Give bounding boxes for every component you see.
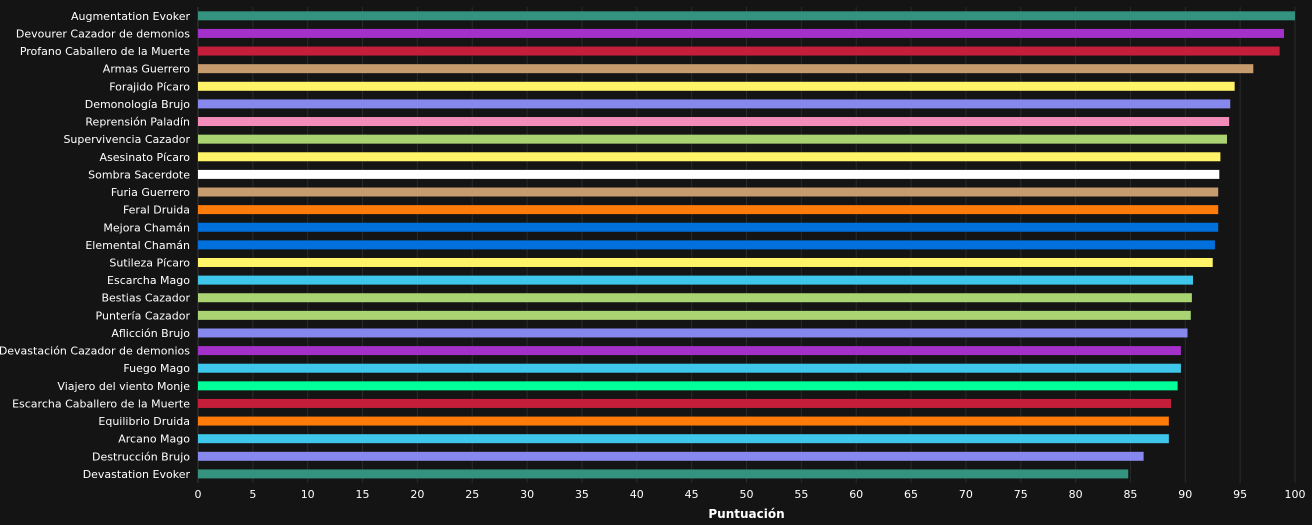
bar bbox=[198, 416, 1169, 426]
category-label: Sutileza Pícaro bbox=[109, 256, 190, 269]
category-label: Arcano Mago bbox=[118, 433, 190, 446]
bar bbox=[198, 398, 1172, 408]
category-label: Devastación Cazador de demonios bbox=[0, 345, 190, 358]
category-label: Demonología Brujo bbox=[85, 98, 191, 111]
bar bbox=[198, 240, 1215, 250]
bar bbox=[198, 381, 1178, 391]
x-tick-label: 5 bbox=[249, 488, 256, 501]
category-label: Augmentation Evoker bbox=[71, 10, 190, 23]
x-tick-label: 40 bbox=[630, 488, 644, 501]
bar bbox=[198, 293, 1192, 303]
category-label: Puntería Cazador bbox=[96, 309, 191, 322]
bar bbox=[198, 81, 1235, 91]
x-tick-label: 95 bbox=[1233, 488, 1247, 501]
bar bbox=[198, 169, 1220, 179]
bar bbox=[198, 434, 1169, 444]
bar-chart: Augmentation Evoker Devourer Cazador de d… bbox=[0, 0, 1312, 525]
bar bbox=[198, 257, 1213, 267]
x-tick-label: 85 bbox=[1123, 488, 1137, 501]
category-label: Equilibrio Druida bbox=[98, 415, 190, 428]
category-label: Armas Guerrero bbox=[103, 63, 190, 76]
x-tick-label: 75 bbox=[1014, 488, 1028, 501]
x-tick-label: 100 bbox=[1285, 488, 1306, 501]
category-label: Sombra Sacerdote bbox=[88, 168, 190, 181]
bar bbox=[198, 346, 1181, 356]
category-label: Furia Guerrero bbox=[111, 186, 190, 199]
category-label: Profano Caballero de la Muerte bbox=[20, 45, 190, 58]
x-tick-label: 45 bbox=[685, 488, 699, 501]
bar bbox=[198, 469, 1129, 479]
bar bbox=[198, 46, 1280, 56]
x-tick-label: 20 bbox=[410, 488, 424, 501]
x-tick-label: 60 bbox=[849, 488, 863, 501]
category-label: Reprensión Paladín bbox=[85, 116, 190, 129]
x-tick-label: 25 bbox=[465, 488, 479, 501]
x-tick-label: 50 bbox=[740, 488, 754, 501]
category-label: Aflicción Brujo bbox=[111, 327, 190, 340]
bar bbox=[198, 134, 1227, 144]
category-label: Forajido Pícaro bbox=[109, 80, 190, 93]
bar bbox=[198, 451, 1144, 461]
category-label: Feral Druida bbox=[123, 204, 190, 217]
bar bbox=[198, 64, 1254, 74]
category-label: Escarcha Caballero de la Muerte bbox=[12, 397, 190, 410]
bar bbox=[198, 117, 1230, 127]
x-tick-label: 10 bbox=[301, 488, 315, 501]
bar bbox=[198, 187, 1219, 197]
x-axis-title: Puntuación bbox=[708, 507, 784, 521]
bar bbox=[198, 328, 1188, 338]
bar bbox=[198, 275, 1193, 285]
category-label: Devastation Evoker bbox=[83, 468, 191, 481]
category-label: Viajero del viento Monje bbox=[57, 380, 190, 393]
bar bbox=[198, 205, 1219, 215]
x-tick-label: 35 bbox=[575, 488, 589, 501]
x-tick-label: 80 bbox=[1069, 488, 1083, 501]
x-tick-label: 0 bbox=[195, 488, 202, 501]
bar bbox=[198, 11, 1295, 21]
category-label: Fuego Mago bbox=[123, 362, 190, 375]
x-tick-label: 90 bbox=[1178, 488, 1192, 501]
bar bbox=[198, 152, 1221, 162]
category-label: Mejora Chamán bbox=[103, 221, 190, 234]
category-label: Elemental Chamán bbox=[85, 239, 190, 252]
bar bbox=[198, 222, 1219, 232]
x-tick-label: 55 bbox=[794, 488, 808, 501]
category-label: Asesinato Pícaro bbox=[99, 151, 190, 164]
category-label: Destrucción Brujo bbox=[92, 450, 190, 463]
category-label: Bestias Cazador bbox=[101, 292, 190, 305]
x-tick-label: 30 bbox=[520, 488, 534, 501]
bar bbox=[198, 99, 1231, 109]
category-label: Escarcha Mago bbox=[107, 274, 190, 287]
x-tick-label: 15 bbox=[356, 488, 370, 501]
x-tick-label: 65 bbox=[904, 488, 918, 501]
bar bbox=[198, 28, 1285, 38]
x-tick-label: 70 bbox=[959, 488, 973, 501]
category-label: Devourer Cazador de demonios bbox=[16, 27, 190, 40]
bar bbox=[198, 363, 1181, 373]
category-label: Supervivencia Cazador bbox=[63, 133, 190, 146]
bar bbox=[198, 310, 1191, 320]
